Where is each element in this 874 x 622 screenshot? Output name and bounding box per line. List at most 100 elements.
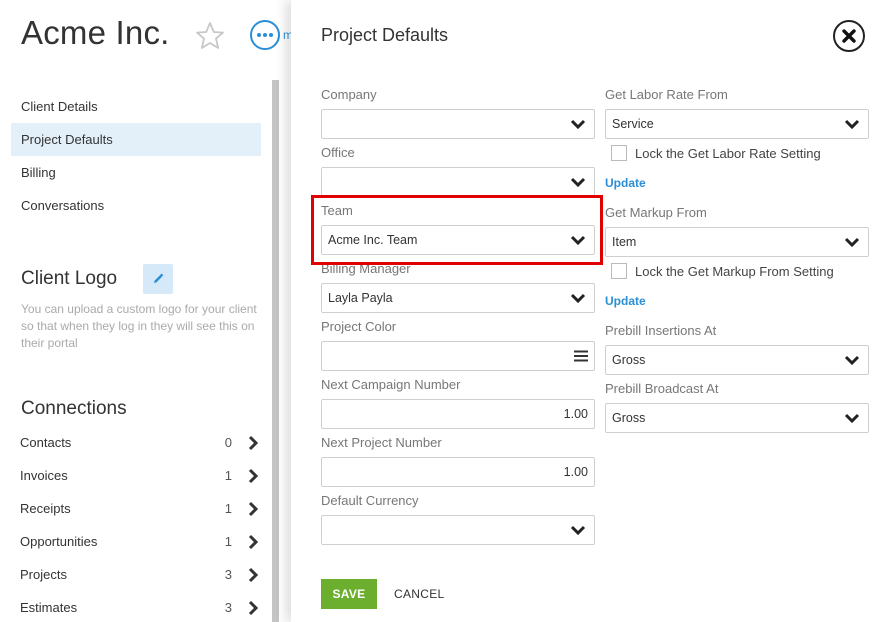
panel-title: Project Defaults xyxy=(321,25,449,45)
lock-labor-rate-row[interactable]: Lock the Get Labor Rate Setting xyxy=(611,145,821,161)
connections-list: Contacts 0 Invoices 1 Receipts 1 Opportu… xyxy=(20,426,260,622)
project-color-field: Project Color xyxy=(321,319,595,371)
connection-row-estimates[interactable]: Estimates 3 xyxy=(20,591,260,622)
connection-count: 3 xyxy=(224,567,232,582)
connection-label: Opportunities xyxy=(20,534,98,549)
connection-row-opportunities[interactable]: Opportunities 1 xyxy=(20,525,260,558)
edit-logo-button[interactable] xyxy=(143,264,173,294)
close-button[interactable] xyxy=(833,20,865,52)
default-currency-field: Default Currency xyxy=(321,493,595,545)
connection-count: 1 xyxy=(224,501,232,516)
page-scrollbar[interactable] xyxy=(272,80,279,622)
more-options-icon[interactable] xyxy=(250,20,280,50)
project-color-picker[interactable] xyxy=(321,341,595,371)
labor-rate-label: Get Labor Rate From xyxy=(605,87,728,102)
pencil-icon xyxy=(154,273,164,283)
chevron-down-icon xyxy=(570,177,586,187)
team-label: Team xyxy=(321,203,353,218)
chevron-down-icon xyxy=(844,355,860,365)
update-labor-rate-link[interactable]: Update xyxy=(605,176,646,190)
save-button[interactable]: SAVE xyxy=(321,579,377,609)
prebill-insertions-value: Gross xyxy=(612,353,646,367)
project-defaults-panel: Project Defaults Company Office Team Acm… xyxy=(291,0,874,622)
markup-select[interactable]: Item xyxy=(605,227,869,257)
office-select[interactable] xyxy=(321,167,595,197)
side-nav-item-billing[interactable]: Billing xyxy=(11,156,261,189)
connection-count: 3 xyxy=(224,600,232,615)
client-logo-heading: Client Logo xyxy=(21,268,118,289)
labor-rate-select[interactable]: Service xyxy=(605,109,869,139)
side-nav-item-conversations[interactable]: Conversations xyxy=(11,189,261,222)
chevron-down-icon xyxy=(844,119,860,129)
connection-count: 1 xyxy=(224,468,232,483)
prebill-broadcast-label: Prebill Broadcast At xyxy=(605,381,719,396)
client-name: Acme Inc. xyxy=(21,14,170,51)
update-markup-link[interactable]: Update xyxy=(605,294,646,308)
chevron-right-icon xyxy=(248,534,259,549)
company-select[interactable] xyxy=(321,109,595,139)
markup-label: Get Markup From xyxy=(605,205,707,220)
side-nav-item-project-defaults[interactable]: Project Defaults xyxy=(11,123,261,156)
company-label: Company xyxy=(321,87,377,102)
chevron-down-icon xyxy=(570,293,586,303)
chevron-right-icon xyxy=(248,435,259,450)
default-currency-label: Default Currency xyxy=(321,493,419,508)
connections-heading: Connections xyxy=(21,398,127,419)
next-project-number-input[interactable]: 1.00 xyxy=(321,457,595,487)
lock-labor-rate-label: Lock the Get Labor Rate Setting xyxy=(635,145,821,161)
team-select[interactable]: Acme Inc. Team xyxy=(321,225,595,255)
next-project-number-field: Next Project Number 1.00 xyxy=(321,435,595,487)
lock-labor-rate-checkbox[interactable] xyxy=(611,145,627,161)
connection-row-receipts[interactable]: Receipts 1 xyxy=(20,492,260,525)
cancel-button[interactable]: CANCEL xyxy=(385,579,453,609)
office-field: Office xyxy=(321,145,595,197)
star-icon[interactable] xyxy=(194,20,226,52)
team-value: Acme Inc. Team xyxy=(328,233,418,247)
connection-row-projects[interactable]: Projects 3 xyxy=(20,558,260,591)
markup-field: Get Markup From Item xyxy=(605,205,869,257)
next-campaign-number-label: Next Campaign Number xyxy=(321,377,461,392)
chevron-down-icon xyxy=(844,413,860,423)
office-label: Office xyxy=(321,145,355,160)
lock-markup-checkbox[interactable] xyxy=(611,263,627,279)
close-icon xyxy=(842,29,856,43)
chevron-down-icon xyxy=(570,525,586,535)
connection-count: 0 xyxy=(224,435,232,450)
default-currency-select[interactable] xyxy=(321,515,595,545)
billing-manager-label: Billing Manager xyxy=(321,261,411,276)
menu-icon xyxy=(574,350,588,362)
connection-row-invoices[interactable]: Invoices 1 xyxy=(20,459,260,492)
prebill-broadcast-value: Gross xyxy=(612,411,646,425)
billing-manager-field: Billing Manager Layla Payla xyxy=(321,261,595,313)
connection-label: Receipts xyxy=(20,501,71,516)
client-logo-help: You can upload a custom logo for your cl… xyxy=(21,302,257,350)
billing-manager-select[interactable]: Layla Payla xyxy=(321,283,595,313)
prebill-broadcast-select[interactable]: Gross xyxy=(605,403,869,433)
side-nav-item-client-details[interactable]: Client Details xyxy=(11,90,261,123)
prebill-insertions-select[interactable]: Gross xyxy=(605,345,869,375)
chevron-right-icon xyxy=(248,468,259,483)
connection-label: Projects xyxy=(20,567,67,582)
connection-count: 1 xyxy=(224,534,232,549)
connection-label: Contacts xyxy=(20,435,72,450)
prebill-broadcast-field: Prebill Broadcast At Gross xyxy=(605,381,869,433)
next-campaign-number-input[interactable]: 1.00 xyxy=(321,399,595,429)
connection-row-contacts[interactable]: Contacts 0 xyxy=(20,426,260,459)
lock-markup-label: Lock the Get Markup From Setting xyxy=(635,263,834,279)
connection-label: Estimates xyxy=(20,600,78,615)
lock-markup-row[interactable]: Lock the Get Markup From Setting xyxy=(611,263,834,279)
next-campaign-number-field: Next Campaign Number 1.00 xyxy=(321,377,595,429)
project-color-label: Project Color xyxy=(321,319,397,334)
chevron-down-icon xyxy=(844,237,860,247)
labor-rate-field: Get Labor Rate From Service xyxy=(605,87,869,139)
billing-manager-value: Layla Payla xyxy=(328,291,393,305)
connection-label: Invoices xyxy=(20,468,68,483)
chevron-right-icon xyxy=(248,501,259,516)
next-project-number-label: Next Project Number xyxy=(321,435,442,450)
company-field: Company xyxy=(321,87,595,139)
markup-value: Item xyxy=(612,235,637,249)
chevron-right-icon xyxy=(248,600,259,615)
more-options-label: m xyxy=(283,28,291,42)
prebill-insertions-field: Prebill Insertions At Gross xyxy=(605,323,869,375)
chevron-right-icon xyxy=(248,567,259,582)
